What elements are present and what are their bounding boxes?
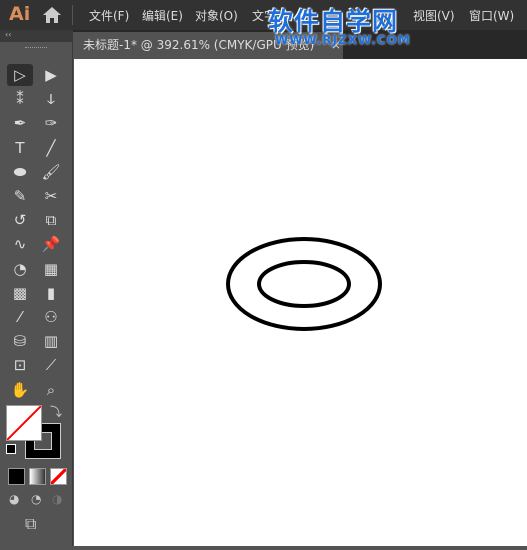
home-icon[interactable] (42, 6, 62, 24)
menu-file[interactable]: 文件(F) (89, 7, 129, 24)
menu-object[interactable]: 对象(O) (195, 7, 238, 24)
puppet-warp-tool[interactable]: 📌 (38, 233, 64, 255)
screen-mode-icon[interactable]: ⧉ (25, 514, 36, 534)
magic-wand-tool[interactable]: ⁑ (7, 88, 33, 110)
fill-swatch[interactable] (6, 405, 42, 441)
gradient-mode-button[interactable] (29, 468, 46, 485)
menu-bar: Ai 文件(F) 编辑(E) 对象(O) 文字 视图(V) 窗口(W) (0, 0, 527, 30)
selection-tool[interactable]: ▷ (7, 64, 33, 86)
column-graph-tool[interactable]: ▥ (38, 330, 64, 352)
pen-tool[interactable]: ✒ (7, 112, 33, 134)
type-tool[interactable]: T (7, 137, 33, 159)
panel-grip[interactable] (25, 47, 47, 51)
menu-view[interactable]: 视图(V) (413, 7, 455, 24)
shaper-tool[interactable]: ✎ (7, 185, 33, 207)
lasso-tool[interactable]: ↆ (38, 88, 64, 110)
blend-tool[interactable]: ⚇ (38, 306, 64, 328)
gradient-tool[interactable]: ▮ (38, 282, 64, 304)
warp-tool[interactable]: ∿ (7, 233, 33, 255)
slice-tool[interactable]: ⟋ (38, 354, 64, 376)
ellipse-tool[interactable]: ⬬ (7, 161, 33, 183)
menu-window[interactable]: 窗口(W) (469, 7, 514, 24)
perspective-grid-tool[interactable]: ▦ (38, 258, 64, 280)
menu-edit[interactable]: 编辑(E) (142, 7, 183, 24)
draw-inside-icon[interactable]: ◑ (52, 492, 62, 506)
direct-selection-tool[interactable]: ▶ (38, 64, 64, 86)
scale-tool[interactable]: ⧉ (38, 209, 64, 231)
outer-ellipse[interactable] (226, 237, 382, 331)
hand-tool[interactable]: ✋ (7, 379, 33, 401)
draw-behind-icon[interactable]: ◔ (31, 492, 41, 506)
shape-builder-tool[interactable]: ◔ (7, 258, 33, 280)
default-colors-icon[interactable] (6, 444, 16, 454)
draw-normal-icon[interactable]: ◕ (9, 492, 19, 506)
eyedropper-tool[interactable]: ⁄ (7, 306, 33, 328)
symbol-sprayer-tool[interactable]: ⛁ (7, 330, 33, 352)
collapse-panel-button[interactable]: ‹‹ (0, 30, 72, 42)
app-logo: Ai (9, 3, 31, 25)
divider (72, 5, 73, 25)
canvas[interactable] (74, 59, 527, 546)
artwork[interactable] (74, 59, 527, 546)
curvature-tool[interactable]: ✑ (38, 112, 64, 134)
mesh-tool[interactable]: ▩ (7, 282, 33, 304)
color-mode-button[interactable] (8, 468, 25, 485)
none-mode-button[interactable] (50, 468, 67, 485)
inner-ellipse[interactable] (257, 260, 351, 308)
line-tool[interactable]: ╱ (38, 137, 64, 159)
artboard-tool[interactable]: ⊡ (7, 354, 33, 376)
scissors-tool[interactable]: ✂ (38, 185, 64, 207)
watermark-url: WWW.RJZXW.COM (275, 33, 411, 47)
zoom-tool[interactable]: ⌕ (38, 379, 64, 401)
paintbrush-tool[interactable]: 🖌 (38, 161, 64, 183)
swap-colors-icon[interactable]: ⤵ (50, 403, 62, 420)
rotate-tool[interactable]: ↺ (7, 209, 33, 231)
